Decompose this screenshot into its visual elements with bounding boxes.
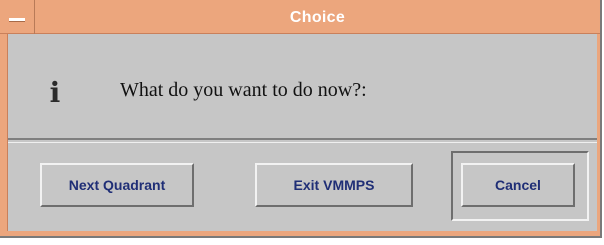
next-quadrant-button[interactable]: Next Quadrant <box>40 163 194 207</box>
info-icon: ℹ <box>49 76 61 109</box>
button-area: Next Quadrant Exit VMMPS Cancel <box>8 142 597 231</box>
choice-dialog-window: Choice ℹ What do you want to do now?: Ne… <box>0 0 602 238</box>
window-menu-icon <box>9 18 25 21</box>
message-area: ℹ What do you want to do now?: <box>8 34 597 140</box>
window-menu-button[interactable] <box>1 0 35 34</box>
window-frame-right <box>597 34 600 236</box>
exit-vmmps-button[interactable]: Exit VMMPS <box>255 163 413 207</box>
cancel-button[interactable]: Cancel <box>461 163 575 207</box>
window-frame-left <box>0 34 8 236</box>
title-bar[interactable]: Choice <box>0 0 600 34</box>
dialog-message: What do you want to do now?: <box>120 79 367 101</box>
window-title: Choice <box>289 9 346 26</box>
window-frame-bottom <box>0 231 600 236</box>
